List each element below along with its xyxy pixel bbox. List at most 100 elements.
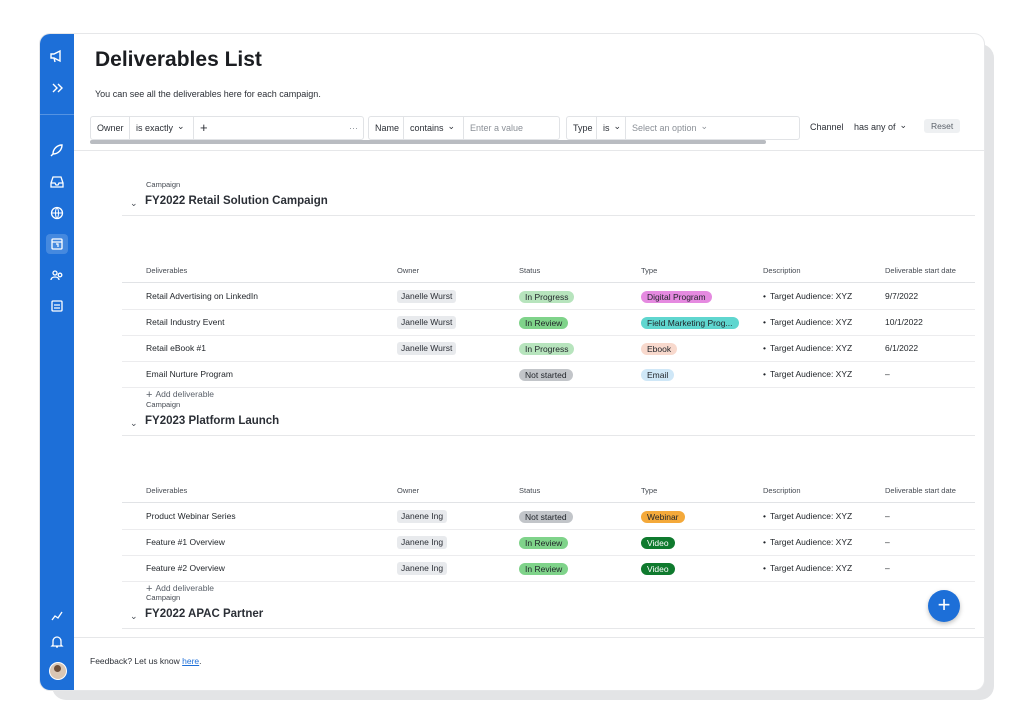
table-row[interactable]: Feature #2 Overview Janene Ing In Review Vi… <box>122 555 975 582</box>
type-option-select[interactable]: Select an option <box>625 117 798 139</box>
owner-chip[interactable]: Janene Ing <box>397 510 448 523</box>
reset-button[interactable]: Reset <box>924 119 961 133</box>
type-badge[interactable]: Webinar <box>641 510 685 523</box>
list-icon[interactable] <box>49 298 65 314</box>
more-options-icon[interactable]: ··· <box>343 117 364 139</box>
status-badge[interactable]: In Progress <box>519 290 575 303</box>
status-cell[interactable]: In Progress <box>519 335 575 361</box>
megaphone-icon[interactable] <box>49 48 65 64</box>
type-operator-select[interactable]: is <box>596 117 627 139</box>
channel-operator-select[interactable]: has any of <box>848 116 913 138</box>
bell-icon[interactable] <box>49 634 65 650</box>
status-badge[interactable]: In Review <box>519 562 569 575</box>
status-cell[interactable]: In Review <box>519 555 569 581</box>
description-cell[interactable]: Target Audience: XYZ <box>763 503 852 529</box>
status-badge[interactable]: In Progress <box>519 342 575 355</box>
type-badge[interactable]: Digital Program <box>641 290 712 303</box>
owner-cell[interactable]: Janelle Wurst <box>397 283 457 309</box>
filter-scrollbar[interactable] <box>90 140 766 144</box>
owner-cell[interactable]: Janelle Wurst <box>397 335 457 361</box>
type-badge[interactable]: Video <box>641 536 675 549</box>
rocket-icon[interactable] <box>49 142 65 158</box>
column-header[interactable]: Deliverables <box>146 260 187 282</box>
calendar-icon[interactable] <box>49 236 65 252</box>
add-deliverable-button[interactable]: + Add deliverable <box>146 388 214 401</box>
type-badge[interactable]: Field Marketing Prog... <box>641 316 739 329</box>
table-row[interactable]: Feature #1 Overview Janene Ing In Review Vi… <box>122 529 975 556</box>
status-cell[interactable]: In Review <box>519 529 569 555</box>
type-cell[interactable]: Video <box>641 555 675 581</box>
chart-icon[interactable] <box>49 608 65 624</box>
owner-chip[interactable]: Janelle Wurst <box>397 290 457 303</box>
column-header[interactable]: Description <box>763 480 801 502</box>
table-row[interactable]: Retail Advertising on LinkedIn Janelle Wu… <box>122 283 975 310</box>
start-date-cell[interactable]: 9/7/2022 <box>885 283 918 309</box>
table-row[interactable]: Retail eBook #1 Janelle Wurst In Progress E… <box>122 335 975 362</box>
type-cell[interactable]: Email <box>641 361 675 387</box>
type-cell[interactable]: Field Marketing Prog... <box>641 309 739 335</box>
owner-chip[interactable]: Janene Ing <box>397 562 448 575</box>
description-cell[interactable]: Target Audience: XYZ <box>763 529 852 555</box>
owner-chip[interactable]: Janene Ing <box>397 536 448 549</box>
expand-sidebar-icon[interactable] <box>49 80 65 96</box>
type-badge[interactable]: Email <box>641 368 675 381</box>
status-badge[interactable]: Not started <box>519 510 573 523</box>
column-header[interactable]: Status <box>519 480 540 502</box>
column-header[interactable]: Type <box>641 480 657 502</box>
column-header[interactable]: Owner <box>397 260 419 282</box>
description-cell[interactable]: Target Audience: XYZ <box>763 361 852 387</box>
column-header[interactable]: Description <box>763 260 801 282</box>
inbox-icon[interactable] <box>49 174 65 190</box>
campaign-name[interactable]: FY2022 APAC Partner <box>145 608 263 620</box>
start-date-cell[interactable]: – <box>885 503 890 529</box>
status-cell[interactable]: In Progress <box>519 283 575 309</box>
type-cell[interactable]: Video <box>641 529 675 555</box>
name-value-input[interactable]: Enter a value <box>463 117 560 139</box>
owner-operator-select[interactable]: is exactly <box>129 117 191 139</box>
table-row[interactable]: Retail Industry Event Janelle Wurst In Rev… <box>122 309 975 336</box>
campaign-name[interactable]: FY2023 Platform Launch <box>145 415 279 427</box>
description-cell[interactable]: Target Audience: XYZ <box>763 309 852 335</box>
feedback-link[interactable]: here <box>182 656 199 666</box>
start-date-cell[interactable]: 6/1/2022 <box>885 335 918 361</box>
status-cell[interactable]: Not started <box>519 361 573 387</box>
owner-cell[interactable]: Janelle Wurst <box>397 309 457 335</box>
owner-chip[interactable]: Janelle Wurst <box>397 342 457 355</box>
column-header[interactable]: Type <box>641 260 657 282</box>
column-header[interactable]: Owner <box>397 480 419 502</box>
collapse-chevron-icon[interactable]: ⌄ <box>130 611 138 622</box>
status-cell[interactable]: In Review <box>519 309 569 335</box>
campaign-name[interactable]: FY2022 Retail Solution Campaign <box>145 195 328 207</box>
start-date-cell[interactable]: – <box>885 555 890 581</box>
owner-chip[interactable]: Janelle Wurst <box>397 316 457 329</box>
deliverable-name[interactable]: Feature #1 Overview <box>146 529 225 555</box>
add-fab-button[interactable]: + <box>928 590 960 622</box>
type-cell[interactable]: Ebook <box>641 335 678 361</box>
description-cell[interactable]: Target Audience: XYZ <box>763 555 852 581</box>
deliverable-name[interactable]: Retail eBook #1 <box>146 335 206 361</box>
type-cell[interactable]: Webinar <box>641 503 685 529</box>
deliverable-name[interactable]: Retail Advertising on LinkedIn <box>146 283 258 309</box>
column-header[interactable]: Deliverable start date <box>885 480 956 502</box>
status-badge[interactable]: Not started <box>519 368 573 381</box>
deliverable-name[interactable]: Email Nurture Program <box>146 361 233 387</box>
start-date-cell[interactable]: 10/1/2022 <box>885 309 923 335</box>
column-header[interactable]: Deliverable start date <box>885 260 956 282</box>
description-cell[interactable]: Target Audience: XYZ <box>763 335 852 361</box>
type-cell[interactable]: Digital Program <box>641 283 712 309</box>
start-date-cell[interactable]: – <box>885 361 890 387</box>
table-row[interactable]: Email Nurture Program Not started Email Tar… <box>122 361 975 388</box>
owner-cell[interactable]: Janene Ing <box>397 503 448 529</box>
description-cell[interactable]: Target Audience: XYZ <box>763 283 852 309</box>
column-header[interactable]: Deliverables <box>146 480 187 502</box>
column-header[interactable]: Status <box>519 260 540 282</box>
owner-cell[interactable]: Janene Ing <box>397 555 448 581</box>
type-badge[interactable]: Video <box>641 562 675 575</box>
avatar[interactable] <box>49 662 67 680</box>
deliverable-name[interactable]: Retail Industry Event <box>146 309 224 335</box>
type-badge[interactable]: Ebook <box>641 342 678 355</box>
deliverable-name[interactable]: Feature #2 Overview <box>146 555 225 581</box>
name-operator-select[interactable]: contains <box>403 117 461 139</box>
users-icon[interactable] <box>49 267 65 283</box>
globe-icon[interactable] <box>49 205 65 221</box>
